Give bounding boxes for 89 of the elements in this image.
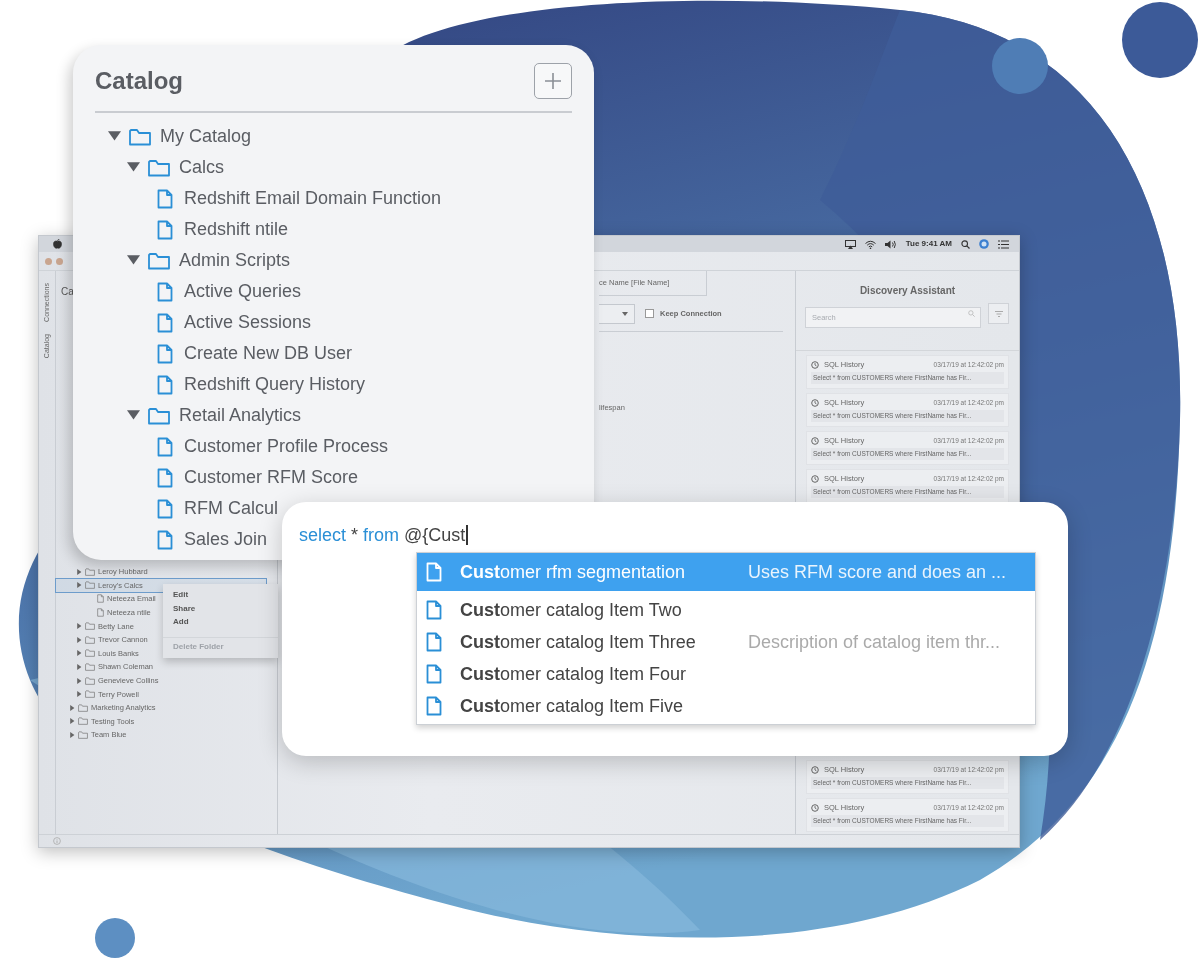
clock-icon xyxy=(811,475,819,483)
suggestion-description: Uses RFM score and does an ... xyxy=(748,560,1007,584)
file-icon xyxy=(426,696,442,716)
panel-title: Catalog xyxy=(95,66,183,96)
clock-icon xyxy=(811,361,819,369)
menu-item[interactable]: Add xyxy=(163,615,278,629)
decorative-circle xyxy=(95,918,135,958)
suggestion-item[interactable]: Customer catalog Item Three Description of catalog item thr... xyxy=(417,626,1035,658)
expand-caret-icon[interactable] xyxy=(127,409,140,422)
volume-icon[interactable] xyxy=(884,239,897,249)
file-icon xyxy=(157,281,173,302)
collapse-caret-icon[interactable] xyxy=(76,650,82,657)
file-icon xyxy=(157,436,173,457)
list-icon[interactable] xyxy=(998,239,1009,249)
folder-icon xyxy=(148,251,170,270)
text-cursor xyxy=(466,525,468,545)
file-icon xyxy=(97,594,104,604)
collapse-caret-icon[interactable] xyxy=(76,636,82,643)
collapse-caret-icon[interactable] xyxy=(69,704,75,711)
query-field[interactable]: select * from @{Cust xyxy=(299,520,1051,550)
file-icon xyxy=(426,600,442,620)
tree-item[interactable]: Customer Profile Process xyxy=(95,431,389,462)
file-icon xyxy=(157,467,173,488)
collapse-caret-icon[interactable] xyxy=(76,663,82,670)
clock-icon xyxy=(811,766,819,774)
tree-item[interactable]: RFM Calcul xyxy=(95,493,278,524)
file-icon xyxy=(157,374,173,395)
suggestion-item[interactable]: Customer catalog Item Two xyxy=(417,594,1035,626)
collapse-caret-icon[interactable] xyxy=(76,582,82,589)
suggestion-name: Customer catalog Item Five xyxy=(460,694,685,718)
expand-caret-icon[interactable] xyxy=(108,130,121,143)
panel-title: Discovery Assistant xyxy=(858,284,957,298)
tree-item[interactable]: Active Sessions xyxy=(95,307,312,338)
suggestion-description: Description of catalog item thr... xyxy=(748,630,1001,654)
suggestion-name: Customer rfm segmentation xyxy=(460,560,687,584)
file-icon xyxy=(157,498,173,519)
wifi-icon[interactable] xyxy=(864,239,876,249)
tree-item[interactable]: Redshift Email Domain Function xyxy=(95,183,442,214)
tree-item[interactable]: Admin Scripts xyxy=(95,245,291,276)
file-icon xyxy=(157,529,173,550)
tree-item[interactable]: Retail Analytics xyxy=(95,400,302,431)
clock-icon xyxy=(811,399,819,407)
expand-caret-icon[interactable] xyxy=(127,254,140,267)
tree-item[interactable]: Customer RFM Score xyxy=(95,462,359,493)
file-icon xyxy=(157,312,173,333)
checkbox[interactable] xyxy=(645,309,654,318)
file-icon xyxy=(157,188,173,209)
collapse-caret-icon[interactable] xyxy=(69,718,75,725)
tree-item[interactable]: Redshift ntile xyxy=(95,214,289,245)
collapse-caret-icon[interactable] xyxy=(76,623,82,630)
expand-caret-icon[interactable] xyxy=(127,161,140,174)
decorative-circle xyxy=(992,38,1048,94)
suggestion-name: Customer catalog Item Three xyxy=(460,630,697,654)
search-icon xyxy=(968,310,975,317)
tree-item[interactable]: My Catalog xyxy=(95,121,252,152)
folder-icon xyxy=(148,406,170,425)
collapse-caret-icon[interactable] xyxy=(76,568,82,575)
collapse-caret-icon[interactable] xyxy=(76,691,82,698)
file-icon xyxy=(157,343,173,364)
filter-icon xyxy=(994,310,1003,317)
clock-icon xyxy=(811,804,819,812)
apple-icon[interactable] xyxy=(53,239,62,249)
suggestion-item[interactable]: Customer catalog Item Four xyxy=(417,658,1035,690)
tree-item[interactable]: Active Queries xyxy=(95,276,302,307)
tree-item[interactable]: Sales Join xyxy=(95,524,268,555)
menu-item[interactable]: Share xyxy=(163,601,278,615)
folder-icon xyxy=(129,127,151,146)
suggestion-item[interactable]: Customer rfm segmentation Uses RFM score and does an ... xyxy=(417,553,1035,591)
clock-icon xyxy=(811,437,819,445)
suggestion-name: Customer catalog Item Two xyxy=(460,598,683,622)
file-icon xyxy=(97,608,104,618)
tree-item[interactable]: Redshift Query History xyxy=(95,369,366,400)
tree-item[interactable]: Create New DB User xyxy=(95,338,353,369)
sidebar-title: Ca xyxy=(61,287,74,297)
collapse-caret-icon[interactable] xyxy=(76,677,82,684)
file-icon xyxy=(157,219,173,240)
search-icon[interactable] xyxy=(961,239,970,249)
add-button[interactable] xyxy=(534,63,572,99)
folder-icon xyxy=(148,158,170,177)
plus-icon xyxy=(544,72,562,90)
menu-bar-clock[interactable]: Tue 9:41 AM xyxy=(905,238,952,250)
tree-item[interactable]: Calcs xyxy=(95,152,224,183)
suggestion-name: Customer catalog Item Four xyxy=(460,662,688,686)
collapse-caret-icon[interactable] xyxy=(69,731,75,738)
suggestion-item[interactable]: Customer catalog Item Five xyxy=(417,690,1035,722)
caret-icon xyxy=(622,311,628,316)
file-icon xyxy=(426,632,442,652)
file-icon xyxy=(426,562,442,582)
file-icon xyxy=(426,664,442,684)
